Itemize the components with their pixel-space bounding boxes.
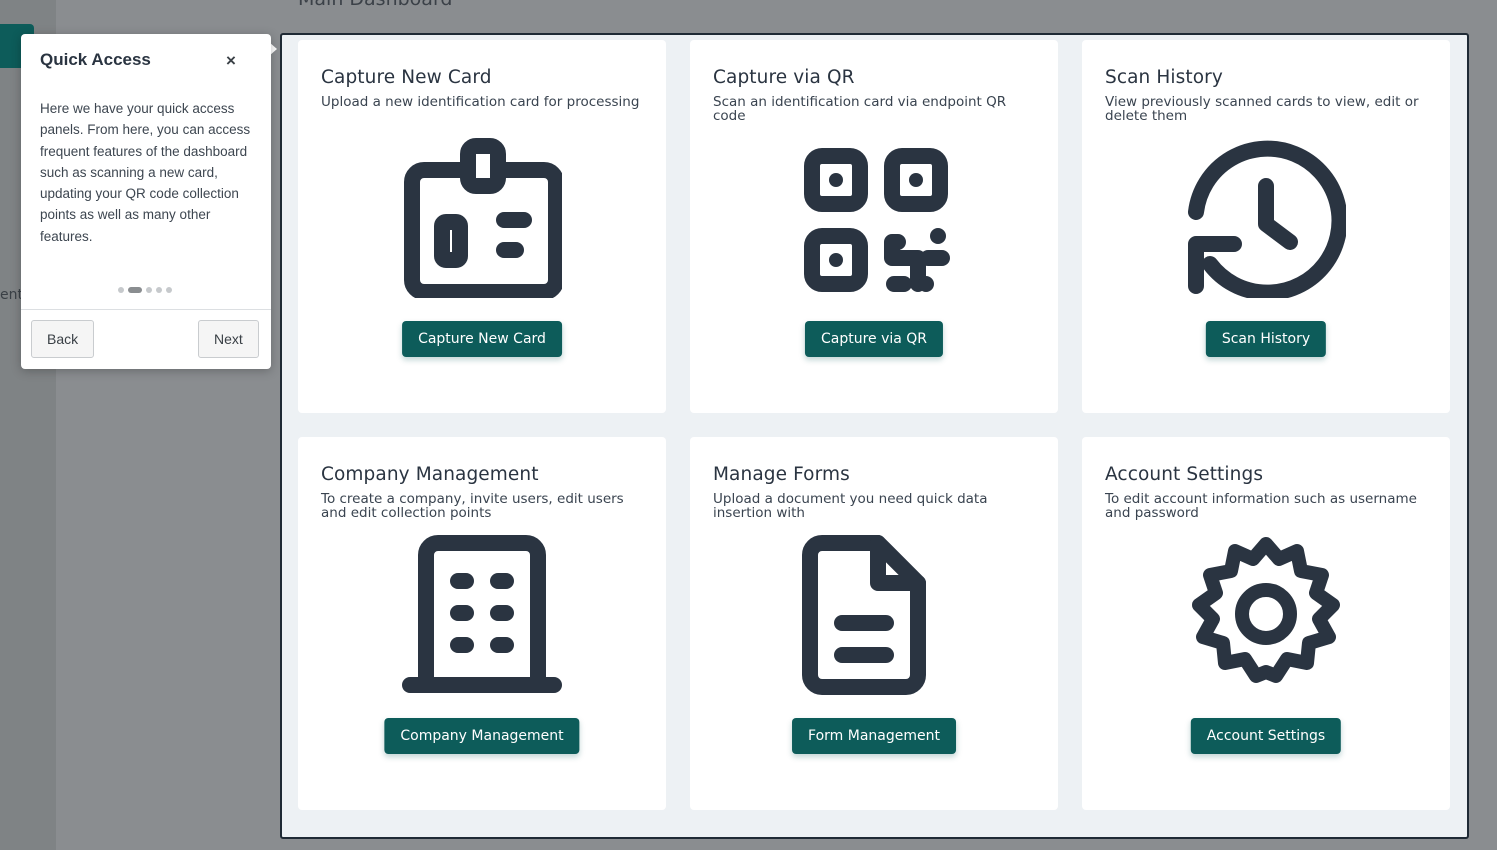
tour-step-dot[interactable]	[156, 287, 162, 293]
card-scan-history: Scan History View previously scanned car…	[1082, 40, 1450, 413]
card-title: Manage Forms	[713, 464, 850, 485]
sidebar-item-label[interactable]: ent	[0, 287, 23, 303]
divider	[21, 309, 271, 310]
card-description: Upload a document you need quick data in…	[713, 491, 988, 521]
page-title: Main Dashboard	[298, 0, 452, 10]
card-title: Company Management	[321, 464, 539, 485]
card-title: Scan History	[1105, 67, 1223, 88]
building-icon	[402, 535, 562, 693]
card-account-settings: Account Settings To edit account informa…	[1082, 437, 1450, 810]
capture-new-card-button[interactable]: Capture New Card	[402, 321, 562, 357]
card-company-management: Company Management To create a company, …	[298, 437, 666, 810]
scan-history-button[interactable]: Scan History	[1205, 321, 1327, 357]
tour-step-dot[interactable]	[146, 287, 152, 293]
tour-body: Here we have your quick access panels. F…	[40, 101, 251, 244]
gear-icon	[1192, 537, 1340, 683]
tour-step-dot-active[interactable]	[128, 287, 142, 293]
card-title: Capture New Card	[321, 67, 492, 88]
back-button[interactable]: Back	[31, 320, 95, 358]
document-icon	[802, 535, 926, 695]
card-description: View previously scanned cards to view, e…	[1105, 94, 1419, 124]
next-button[interactable]: Next	[198, 320, 259, 358]
qr-code-icon	[804, 148, 950, 292]
id-card-icon	[404, 138, 562, 298]
close-icon[interactable]: ×	[226, 51, 236, 71]
account-settings-button[interactable]: Account Settings	[1190, 718, 1342, 754]
card-manage-forms: Manage Forms Upload a document you need …	[690, 437, 1058, 810]
card-description: To create a company, invite users, edit …	[321, 491, 624, 521]
card-description: Scan an identification card via endpoint…	[713, 94, 1007, 124]
form-management-button[interactable]: Form Management	[792, 718, 956, 754]
card-title: Account Settings	[1105, 464, 1264, 485]
capture-via-qr-button[interactable]: Capture via QR	[804, 321, 944, 357]
tour-progress-dots	[118, 287, 172, 293]
card-description: To edit account information such as user…	[1105, 491, 1417, 521]
card-title: Capture via QR	[713, 67, 855, 88]
tour-step-dot[interactable]	[166, 287, 172, 293]
card-description: Upload a new identification card for pro…	[321, 94, 640, 110]
tour-title: Quick Access	[40, 50, 151, 69]
company-management-button[interactable]: Company Management	[384, 718, 580, 754]
card-capture-via-qr: Capture via QR Scan an identification ca…	[690, 40, 1058, 413]
tour-popover: Quick Access × Here we have your quick a…	[21, 34, 271, 369]
card-capture-new-card: Capture New Card Upload a new identifica…	[298, 40, 666, 413]
tour-step-dot[interactable]	[118, 287, 124, 293]
history-clock-icon	[1188, 140, 1346, 298]
quick-access-panel: Capture New Card Upload a new identifica…	[280, 33, 1469, 839]
